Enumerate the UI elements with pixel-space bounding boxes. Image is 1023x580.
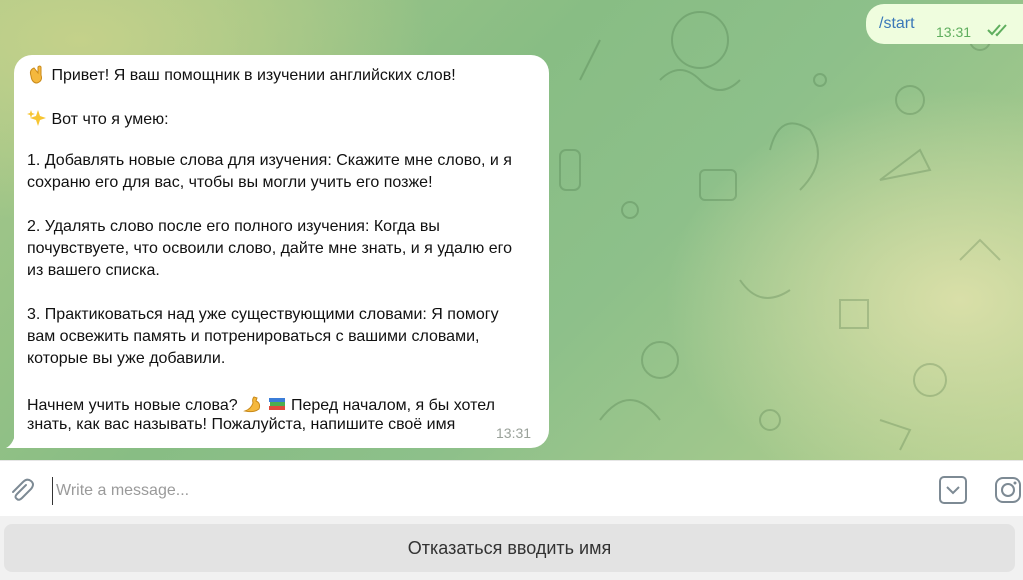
message-text: из вашего списка.: [27, 262, 160, 279]
outgoing-message[interactable]: /start 13:31: [866, 4, 1023, 44]
chat-history: /start 13:31 Привет! Я ваш помощник в из…: [0, 0, 1023, 460]
paperclip-icon[interactable]: [6, 476, 36, 506]
message-text: почувствуете, что освоили слово, дайте м…: [27, 240, 512, 257]
instagram-camera-icon[interactable]: [993, 475, 1023, 505]
reply-keyboard: Отказаться вводить имя: [0, 516, 1023, 580]
message-text: Перед началом, я бы хотел: [290, 397, 495, 414]
sparkles-icon: [27, 110, 46, 126]
message-text: которые вы уже добавили.: [27, 350, 226, 367]
message-text: 2. Удалять слово после его полного изуче…: [27, 218, 440, 235]
message-text: знать, как вас называть! Пожалуйста, нап…: [27, 416, 456, 433]
message-line: Привет! Я ваш помощник в изучении англий…: [27, 64, 456, 85]
message-text: вам освежить память и потренироваться с …: [27, 328, 480, 345]
message-text: Вот что я умею:: [51, 111, 169, 128]
double-check-icon: [987, 24, 1007, 37]
message-text: Привет! Я ваш помощник в изучении англий…: [51, 67, 456, 84]
incoming-message-time: 13:31: [496, 425, 532, 441]
incoming-message[interactable]: Привет! Я ваш помощник в изучении англий…: [14, 55, 549, 448]
wave-icon: [29, 65, 42, 84]
message-text: 1. Добавлять новые слова для изучения: С…: [27, 152, 512, 169]
message-line: Начнем учить новые слова? Перед началом,…: [27, 394, 495, 415]
outgoing-message-text[interactable]: /start: [879, 15, 915, 33]
message-input[interactable]: [52, 477, 918, 505]
message-composer: [0, 460, 1023, 517]
message-text: Начнем учить новые слова?: [27, 397, 238, 414]
outgoing-message-time: 13:31: [936, 24, 972, 40]
bot-keyboard-icon[interactable]: [938, 475, 968, 505]
decline-name-button[interactable]: Отказаться вводить имя: [4, 524, 1015, 572]
message-text: 3. Практиковаться над уже существующими …: [27, 306, 499, 323]
books-icon: [268, 398, 285, 410]
message-text: сохраню его для вас, чтобы вы могли учит…: [27, 174, 433, 191]
message-line: Вот что я умею:: [27, 108, 169, 129]
flexed-biceps-icon: [243, 396, 261, 413]
